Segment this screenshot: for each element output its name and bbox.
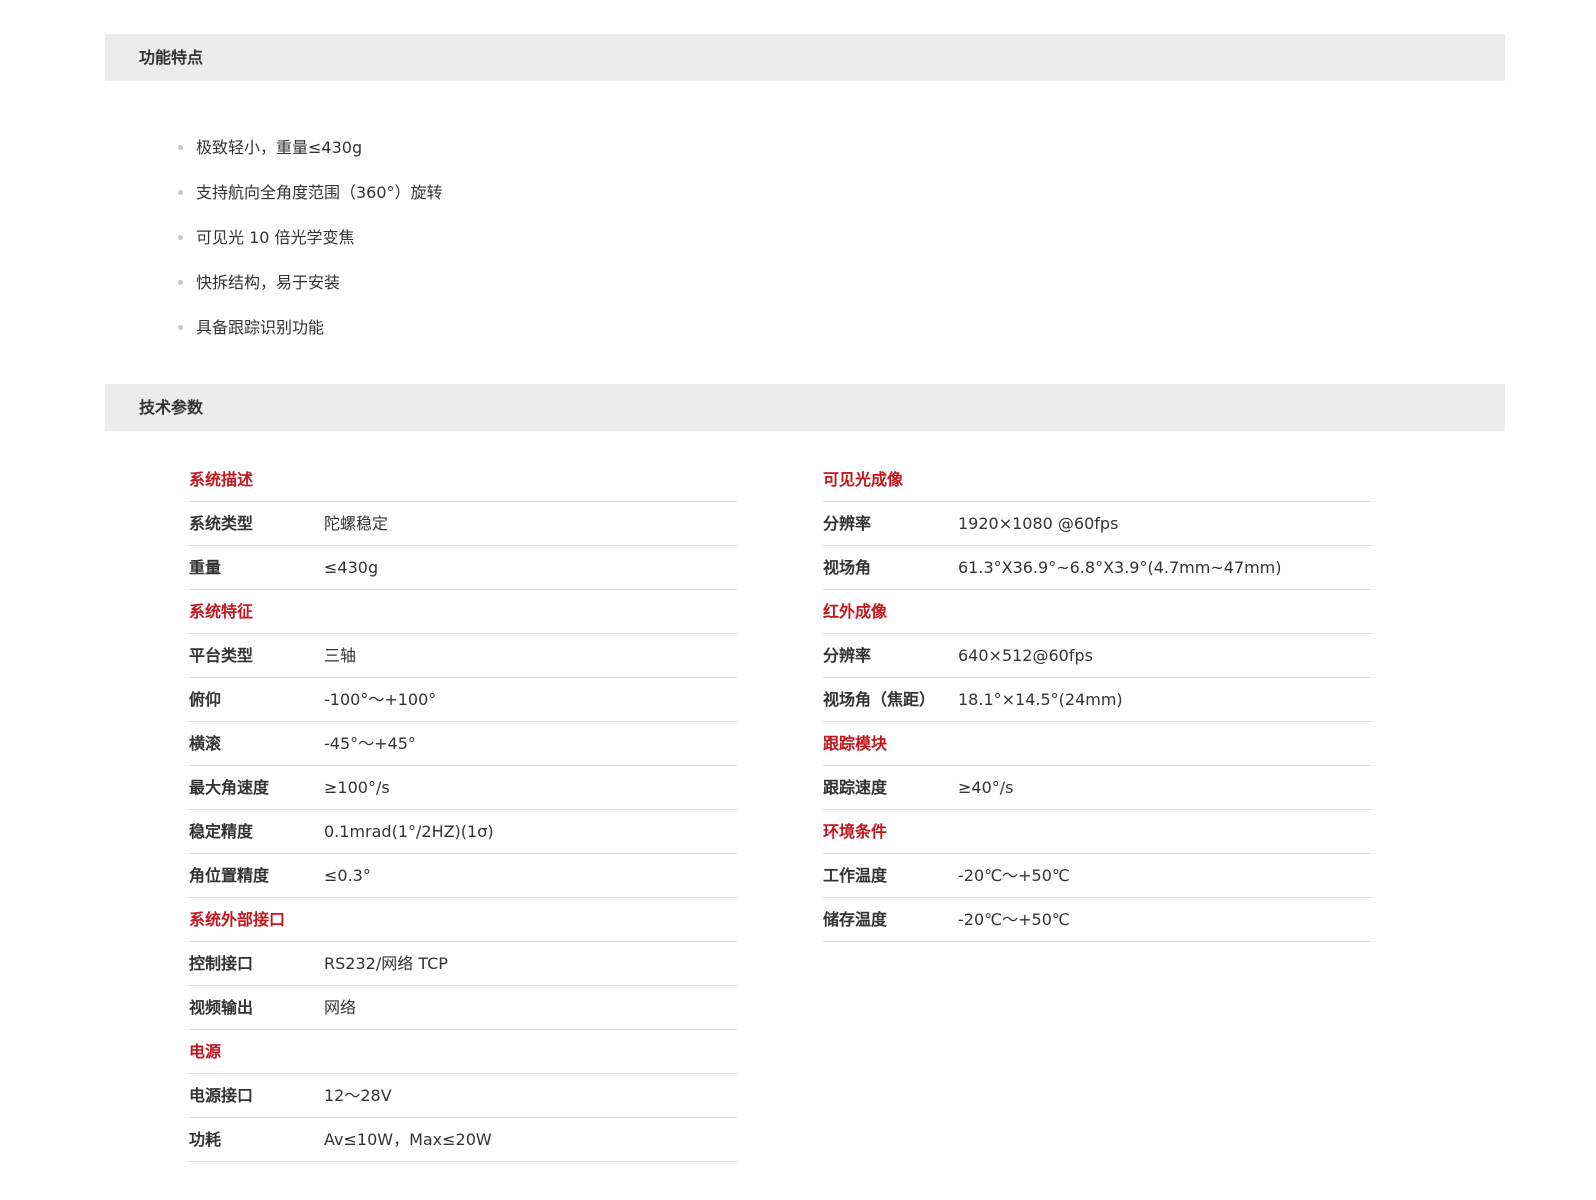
- spec-label: 视场角（焦距）: [823, 690, 936, 709]
- spec-group-title: 电源: [189, 1030, 737, 1074]
- feature-item: 具备跟踪识别功能: [178, 305, 443, 350]
- specs-section-header: 技术参数: [105, 384, 1505, 431]
- spec-label: 最大角速度: [189, 778, 270, 797]
- spec-label: 电源接口: [189, 1086, 254, 1105]
- spec-row: 工作温度 -20℃～+50℃: [823, 854, 1371, 898]
- spec-value: 三轴: [324, 646, 357, 665]
- spec-row: 重量 ≤430g: [189, 546, 737, 590]
- spec-value: Av≤10W，Max≤20W: [324, 1130, 492, 1149]
- spec-label: 系统类型: [189, 514, 254, 533]
- spec-value: 1920×1080 @60fps: [958, 514, 1119, 533]
- spec-group-title: 红外成像: [823, 590, 1371, 634]
- feature-text: 支持航向全角度范围（360°）旋转: [196, 183, 443, 202]
- spec-value: ≤0.3°: [324, 866, 371, 885]
- spec-label: 横滚: [189, 734, 222, 753]
- spec-label: 稳定精度: [189, 822, 254, 841]
- spec-value: -20℃～+50℃: [958, 866, 1070, 885]
- spec-row: 横滚 -45°～+45°: [189, 722, 737, 766]
- spec-column-right: 可见光成像 分辨率 1920×1080 @60fps 视场角 61.3°X36.…: [823, 458, 1371, 942]
- spec-value: -100°～+100°: [324, 690, 437, 709]
- feature-text: 极致轻小，重量≤430g: [196, 138, 363, 157]
- spec-label: 平台类型: [189, 646, 254, 665]
- spec-row: 视场角 61.3°X36.9°~6.8°X3.9°(4.7mm~47mm): [823, 546, 1371, 590]
- spec-value: ≥100°/s: [324, 778, 390, 797]
- bullet-icon: [178, 145, 183, 150]
- spec-group-title: 系统外部接口: [189, 898, 737, 942]
- feature-text: 可见光 10 倍光学变焦: [196, 228, 355, 247]
- specs-section-title: 技术参数: [139, 398, 204, 417]
- spec-value: ≥40°/s: [958, 778, 1014, 797]
- features-section-header: 功能特点: [105, 34, 1505, 81]
- bullet-icon: [178, 325, 183, 330]
- spec-row: 储存温度 -20℃～+50℃: [823, 898, 1371, 942]
- spec-value: -45°～+45°: [324, 734, 416, 753]
- spec-row: 俯仰 -100°～+100°: [189, 678, 737, 722]
- spec-label: 功耗: [189, 1130, 222, 1149]
- spec-value: ≤430g: [324, 558, 379, 577]
- spec-label: 俯仰: [189, 690, 222, 709]
- spec-value: 18.1°×14.5°(24mm): [958, 690, 1123, 709]
- spec-row: 分辨率 640×512@60fps: [823, 634, 1371, 678]
- spec-value: 12～28V: [324, 1086, 392, 1105]
- spec-group-title: 系统特征: [189, 590, 737, 634]
- spec-label: 跟踪速度: [823, 778, 888, 797]
- spec-row: 电源接口 12～28V: [189, 1074, 737, 1118]
- feature-text: 快拆结构，易于安装: [196, 273, 341, 292]
- bullet-icon: [178, 190, 183, 195]
- spec-row: 功耗 Av≤10W，Max≤20W: [189, 1118, 737, 1162]
- spec-group-title: 跟踪模块: [823, 722, 1371, 766]
- spec-group-title: 系统描述: [189, 458, 737, 502]
- spec-group-title: 环境条件: [823, 810, 1371, 854]
- spec-row: 系统类型 陀螺稳定: [189, 502, 737, 546]
- spec-label: 视频输出: [189, 998, 254, 1017]
- spec-row: 视场角（焦距） 18.1°×14.5°(24mm): [823, 678, 1371, 722]
- bullet-icon: [178, 235, 183, 240]
- feature-list: 极致轻小，重量≤430g 支持航向全角度范围（360°）旋转 可见光 10 倍光…: [178, 125, 443, 350]
- features-section-title: 功能特点: [139, 48, 204, 67]
- spec-row: 稳定精度 0.1mrad(1°/2HZ)(1σ): [189, 810, 737, 854]
- feature-item: 可见光 10 倍光学变焦: [178, 215, 443, 260]
- spec-label: 储存温度: [823, 910, 888, 929]
- spec-value: 陀螺稳定: [324, 514, 389, 533]
- spec-row: 跟踪速度 ≥40°/s: [823, 766, 1371, 810]
- spec-label: 控制接口: [189, 954, 254, 973]
- spec-group-title: 可见光成像: [823, 458, 1371, 502]
- spec-value: 61.3°X36.9°~6.8°X3.9°(4.7mm~47mm): [958, 558, 1282, 577]
- spec-value: 网络: [324, 998, 357, 1017]
- spec-label: 视场角: [823, 558, 872, 577]
- spec-row: 角位置精度 ≤0.3°: [189, 854, 737, 898]
- spec-value: RS232/网络 TCP: [324, 954, 448, 973]
- spec-label: 分辨率: [823, 646, 872, 665]
- spec-value: 0.1mrad(1°/2HZ)(1σ): [324, 822, 494, 841]
- spec-row: 平台类型 三轴: [189, 634, 737, 678]
- feature-text: 具备跟踪识别功能: [196, 318, 325, 337]
- spec-value: -20℃～+50℃: [958, 910, 1070, 929]
- spec-row: 视频输出 网络: [189, 986, 737, 1030]
- spec-row: 分辨率 1920×1080 @60fps: [823, 502, 1371, 546]
- spec-label: 工作温度: [823, 866, 888, 885]
- spec-column-left: 系统描述 系统类型 陀螺稳定 重量 ≤430g 系统特征 平台类型 三轴 俯仰 …: [189, 458, 737, 1162]
- spec-label: 角位置精度: [189, 866, 270, 885]
- feature-item: 快拆结构，易于安装: [178, 260, 443, 305]
- spec-row: 控制接口 RS232/网络 TCP: [189, 942, 737, 986]
- spec-label: 分辨率: [823, 514, 872, 533]
- feature-item: 极致轻小，重量≤430g: [178, 125, 443, 170]
- spec-row: 最大角速度 ≥100°/s: [189, 766, 737, 810]
- spec-value: 640×512@60fps: [958, 646, 1093, 665]
- bullet-icon: [178, 280, 183, 285]
- spec-label: 重量: [189, 558, 222, 577]
- feature-item: 支持航向全角度范围（360°）旋转: [178, 170, 443, 215]
